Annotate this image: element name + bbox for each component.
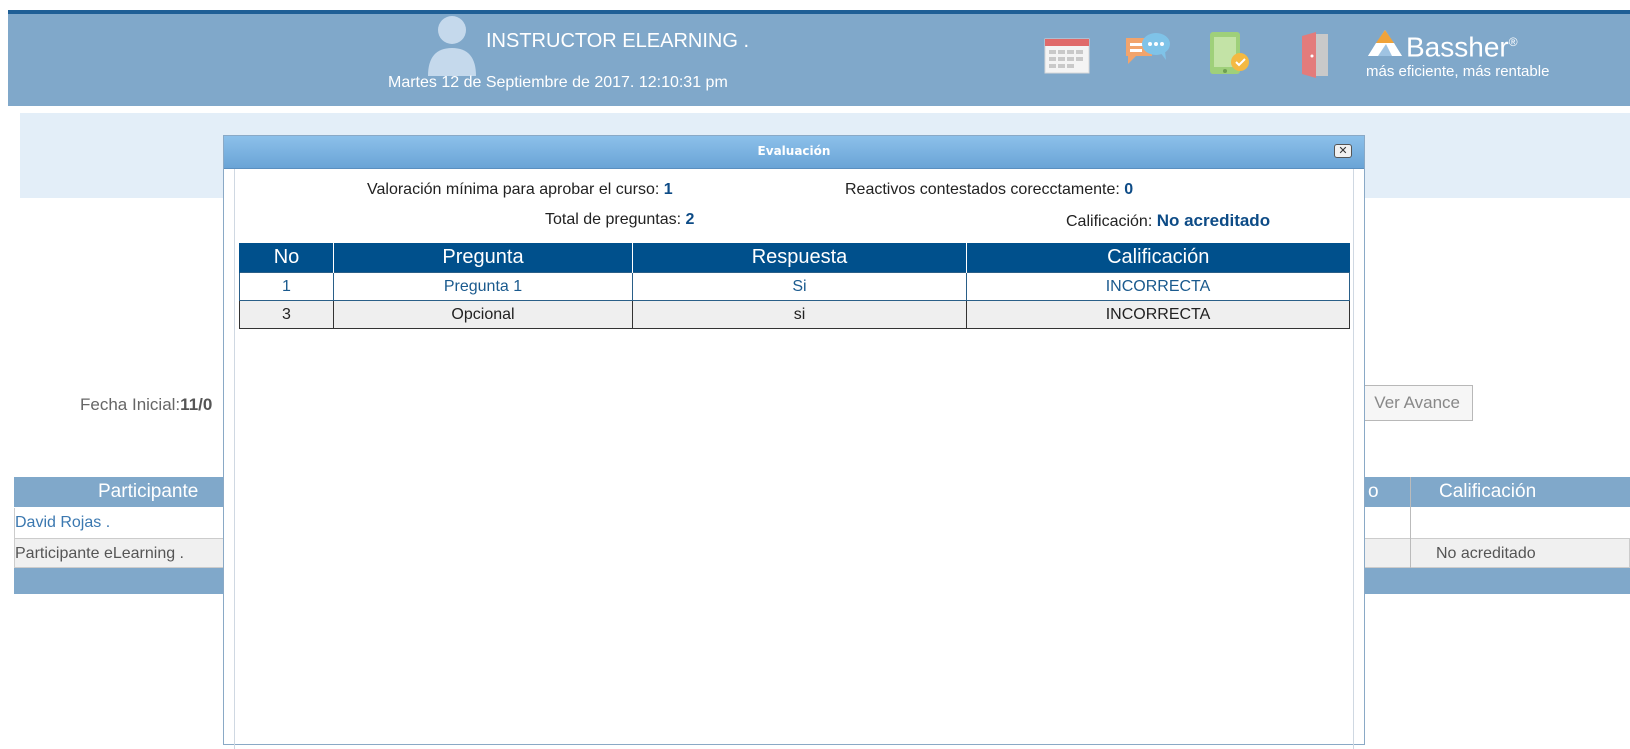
fecha-inicial: Fecha Inicial:11/0 [80, 395, 212, 415]
reactivos-correctos-value: 0 [1124, 181, 1134, 198]
col-partial: o [1368, 481, 1379, 502]
cell-pregunta: Opcional [333, 300, 633, 329]
app-header: INSTRUCTOR ELEARNING . Martes 12 de Sept… [8, 14, 1630, 106]
total-preguntas-value: 2 [685, 211, 695, 228]
user-avatar-icon [428, 16, 476, 76]
evaluation-table: No Pregunta Respuesta Calificación 1 Pre… [239, 243, 1350, 329]
cell-calificacion: INCORRECTA [966, 272, 1350, 301]
logo-registered: ® [1508, 35, 1518, 49]
cell-respuesta: si [632, 300, 967, 329]
ver-avance-button[interactable]: Ver Avance [1355, 385, 1473, 421]
chat-icon[interactable] [1124, 30, 1172, 74]
cell-pregunta: Pregunta 1 [333, 272, 633, 301]
table-row: 3 Opcional si INCORRECTA [239, 300, 1350, 329]
table-column-divider [1410, 477, 1411, 568]
dialog-title: Evaluación [757, 144, 831, 158]
total-preguntas: Total de preguntas: 2 [545, 211, 694, 229]
cell-calificacion: INCORRECTA [966, 300, 1350, 329]
bassher-logo-icon [1368, 30, 1402, 56]
tablet-icon[interactable] [1208, 30, 1252, 78]
cell-respuesta: Si [632, 272, 967, 301]
participant-name: Participante eLearning . [15, 545, 184, 562]
calificacion-summary: Calificación: No acreditado [1066, 211, 1270, 231]
participant-name-link[interactable]: David Rojas . [15, 514, 110, 532]
calendar-icon[interactable] [1044, 38, 1090, 74]
participant-grade: No acreditado [1436, 545, 1536, 562]
exit-door-icon[interactable] [1298, 32, 1332, 78]
calificacion-label: Calificación: [1066, 213, 1153, 230]
reactivos-correctos-label: Reactivos contestados corecctamente: [845, 181, 1120, 198]
col-calificacion: Calificación [966, 243, 1350, 273]
total-preguntas-label: Total de preguntas: [545, 211, 682, 228]
user-name: INSTRUCTOR ELEARNING . [486, 30, 749, 52]
cell-no: 3 [239, 300, 334, 329]
fecha-inicial-label: Fecha Inicial: [80, 395, 181, 414]
col-calificacion: Calificación [1439, 481, 1537, 502]
valoracion-minima: Valoración mínima para aprobar el curso:… [367, 181, 673, 199]
fecha-inicial-value: 11/0 [180, 395, 213, 414]
col-respuesta: Respuesta [632, 243, 967, 273]
col-no: No [239, 243, 334, 273]
logo-brand: Bassher [1406, 31, 1509, 63]
evaluation-table-header: No Pregunta Respuesta Calificación [239, 243, 1350, 273]
dialog-title-bar[interactable]: Evaluación ✕ [224, 136, 1364, 169]
reactivos-correctos: Reactivos contestados corecctamente: 0 [845, 181, 1133, 199]
valoracion-minima-label: Valoración mínima para aprobar el curso: [367, 181, 660, 198]
close-icon[interactable]: ✕ [1334, 144, 1352, 158]
logo-tagline: más eficiente, más rentable [1366, 63, 1550, 81]
calificacion-value: No acreditado [1156, 211, 1271, 230]
valoracion-minima-value: 1 [663, 181, 673, 198]
current-datetime: Martes 12 de Septiembre de 2017. 12:10:3… [388, 74, 728, 91]
col-participante: Participante [98, 481, 199, 502]
col-pregunta: Pregunta [333, 243, 633, 273]
cell-no: 1 [239, 272, 334, 301]
company-logo: Bassher® más eficiente, más rentable [1366, 28, 1549, 80]
table-row: 1 Pregunta 1 Si INCORRECTA [239, 272, 1350, 301]
